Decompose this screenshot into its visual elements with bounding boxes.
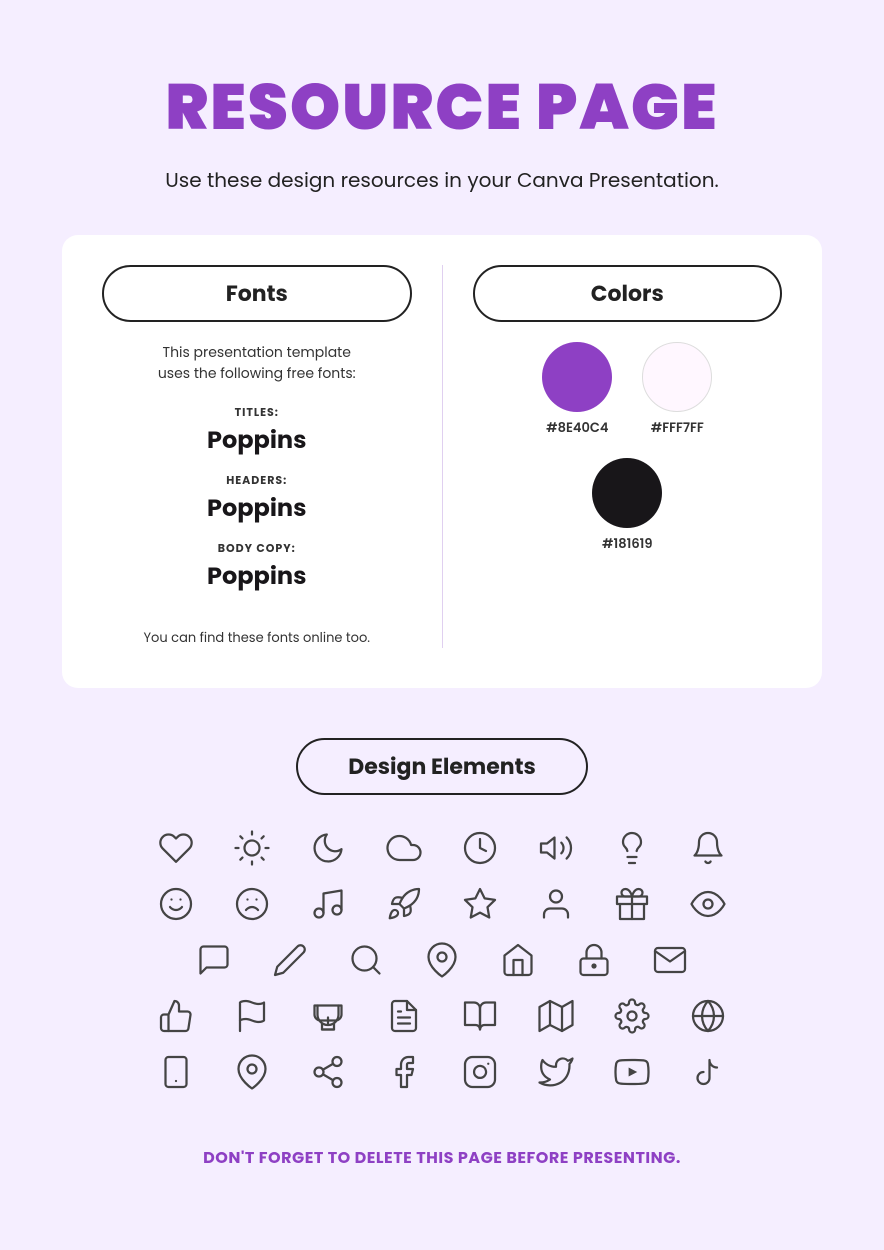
envelope-icon xyxy=(647,937,693,983)
fonts-description: This presentation template uses the foll… xyxy=(158,342,356,384)
person-icon xyxy=(533,881,579,927)
phone-icon xyxy=(153,1049,199,1095)
font-name-bodycopy: Poppins xyxy=(207,560,307,593)
fonts-footer: You can find these fonts online too. xyxy=(143,628,370,648)
icons-row-3 xyxy=(62,937,822,983)
pencil-icon xyxy=(267,937,313,983)
page-subtitle: Use these design resources in your Canva… xyxy=(165,165,718,195)
pin-icon xyxy=(419,937,465,983)
font-item-bodycopy: BODY COPY: Poppins xyxy=(102,540,412,594)
footer-warning: DON'T FORGET TO DELETE THIS PAGE BEFORE … xyxy=(203,1145,681,1170)
twitter-icon xyxy=(533,1049,579,1095)
icons-grid xyxy=(62,825,822,1095)
design-elements-section: Design Elements xyxy=(62,738,822,1095)
book-icon xyxy=(457,993,503,1039)
sun-icon xyxy=(229,825,275,871)
icons-row-5 xyxy=(62,1049,822,1095)
search-icon xyxy=(343,937,389,983)
lightbulb-icon xyxy=(609,825,655,871)
font-item-headers: HEADERS: Poppins xyxy=(102,472,412,526)
swatch-purple-circle xyxy=(542,342,612,412)
font-label-titles: TITLES: xyxy=(102,404,412,421)
thumbsup-icon xyxy=(153,993,199,1039)
colors-section: Colors #8E40C4 #FFF7FF #181619 xyxy=(473,265,783,648)
icons-row-1 xyxy=(62,825,822,871)
instagram-icon xyxy=(457,1049,503,1095)
swatch-purple: #8E40C4 xyxy=(542,342,612,438)
trophy-icon xyxy=(305,993,351,1039)
font-name-titles: Poppins xyxy=(207,424,307,457)
document-icon xyxy=(381,993,427,1039)
icons-row-2 xyxy=(62,881,822,927)
font-name-headers: Poppins xyxy=(207,492,307,525)
font-item-titles: TITLES: Poppins xyxy=(102,404,412,458)
swatch-light-circle xyxy=(642,342,712,412)
share-icon xyxy=(305,1049,351,1095)
globe-icon xyxy=(685,993,731,1039)
youtube-icon xyxy=(609,1049,655,1095)
main-card: Fonts This presentation template uses th… xyxy=(62,235,822,688)
music-icon xyxy=(305,881,351,927)
fonts-header: Fonts xyxy=(102,265,412,322)
lock-icon xyxy=(571,937,617,983)
facebook-icon xyxy=(381,1049,427,1095)
settings-icon xyxy=(609,993,655,1039)
divider xyxy=(442,265,443,648)
home-icon xyxy=(495,937,541,983)
rocket-icon xyxy=(381,881,427,927)
font-label-headers: HEADERS: xyxy=(102,472,412,489)
color-swatches-row1: #8E40C4 #FFF7FF xyxy=(542,342,712,438)
swatch-light: #FFF7FF xyxy=(642,342,712,438)
swatch-purple-label: #8E40C4 xyxy=(546,418,608,438)
megaphone-icon xyxy=(533,825,579,871)
gift-icon xyxy=(609,881,655,927)
map-icon xyxy=(533,993,579,1039)
colors-header: Colors xyxy=(473,265,783,322)
chat-icon xyxy=(191,937,237,983)
star-icon xyxy=(457,881,503,927)
fonts-section: Fonts This presentation template uses th… xyxy=(102,265,412,648)
heart-icon xyxy=(153,825,199,871)
font-label-bodycopy: BODY COPY: xyxy=(102,540,412,557)
flag-icon xyxy=(229,993,275,1039)
page-title: RESOURCE PAGE xyxy=(165,60,718,155)
bell-icon xyxy=(685,825,731,871)
icons-row-4 xyxy=(62,993,822,1039)
eye-icon xyxy=(685,881,731,927)
design-elements-header: Design Elements xyxy=(296,738,588,795)
sad-icon xyxy=(229,881,275,927)
clock-icon xyxy=(457,825,503,871)
swatch-dark-circle xyxy=(592,458,662,528)
cloud-icon xyxy=(381,825,427,871)
swatch-dark-label: #181619 xyxy=(602,534,652,554)
moon-icon xyxy=(305,825,351,871)
swatch-dark: #181619 xyxy=(592,458,662,554)
smile-icon xyxy=(153,881,199,927)
tiktok-icon xyxy=(685,1049,731,1095)
swatch-light-label: #FFF7FF xyxy=(651,418,704,438)
color-swatches-row2: #181619 xyxy=(592,458,662,554)
location-icon xyxy=(229,1049,275,1095)
